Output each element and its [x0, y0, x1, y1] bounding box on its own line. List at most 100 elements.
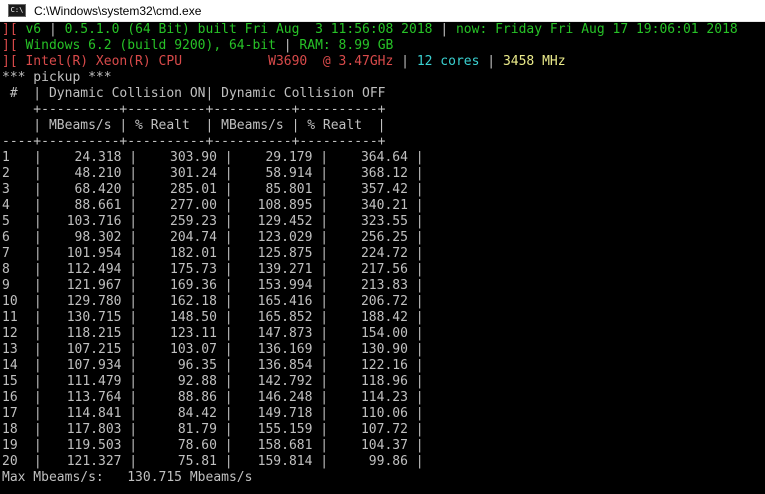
- off-realtime: 217.56: [360, 262, 408, 277]
- off-mbeams: 125.875: [257, 246, 313, 261]
- cell-separator: |: [26, 278, 50, 293]
- on-mbeams: 113.764: [66, 390, 122, 405]
- now-timestamp: now: Friday Fri Aug 17 19:06:01 2018: [455, 22, 738, 37]
- cell-separator: |: [312, 342, 336, 357]
- bracket: ][: [2, 22, 18, 37]
- on-realtime: 182.01: [170, 246, 217, 261]
- table-row: 4 | 88.661 | 277.00 | 108.895 | 340.21 |: [2, 198, 765, 214]
- cell-separator: |: [26, 214, 50, 229]
- on-mbeams: 107.934: [66, 358, 122, 373]
- cell-separator: |: [407, 358, 424, 373]
- cell-separator: |: [407, 150, 424, 165]
- row-index: 3: [2, 182, 10, 197]
- table-row: 16 | 113.764 | 88.86 | 146.248 | 114.23 …: [2, 390, 765, 406]
- cell-separator: |: [312, 214, 336, 229]
- cell-separator: |: [121, 166, 145, 181]
- table-row: 3 | 68.420 | 285.01 | 85.801 | 357.42 |: [2, 182, 765, 198]
- cell-separator: |: [26, 326, 50, 341]
- off-mbeams: 29.179: [265, 150, 313, 165]
- cell-separator: |: [121, 374, 145, 389]
- cell-separator: |: [26, 182, 50, 197]
- console-output[interactable]: ][ v6 | 0.5.1.0 (64 Bit) built Fri Aug 3…: [2, 22, 765, 494]
- off-realtime: 323.55: [360, 214, 408, 229]
- row-index: 18: [2, 422, 18, 437]
- off-mbeams: 58.914: [265, 166, 313, 181]
- cell-separator: |: [407, 310, 424, 325]
- table-row: 2 | 48.210 | 301.24 | 58.914 | 368.12 |: [2, 166, 765, 182]
- cell-separator: |: [407, 374, 424, 389]
- cell-separator: |: [216, 278, 241, 293]
- cell-separator: |: [312, 390, 336, 405]
- row-index: 11: [2, 310, 18, 325]
- table-row: 9 | 121.967 | 169.36 | 153.994 | 213.83 …: [2, 278, 765, 294]
- table-row: 12 | 118.215 | 123.11 | 147.873 | 154.00…: [2, 326, 765, 342]
- table-separator: +----------+----------+----------+------…: [2, 102, 386, 117]
- title-bar[interactable]: C:\ C:\Windows\system32\cmd.exe: [0, 0, 765, 22]
- cell-separator: |: [407, 278, 424, 293]
- table-row: 14 | 107.934 | 96.35 | 136.854 | 122.16 …: [2, 358, 765, 374]
- row-index: 17: [2, 406, 18, 421]
- table-row: 11 | 130.715 | 148.50 | 165.852 | 188.42…: [2, 310, 765, 326]
- cell-separator: |: [216, 166, 241, 181]
- on-mbeams: 119.503: [66, 438, 122, 453]
- off-realtime: 256.25: [360, 230, 408, 245]
- cell-separator: |: [312, 326, 336, 341]
- version-label: v6: [25, 22, 42, 37]
- cell-separator: |: [26, 262, 50, 277]
- on-realtime: 169.36: [170, 278, 217, 293]
- cell-separator: |: [216, 230, 241, 245]
- on-realtime: 204.74: [170, 230, 217, 245]
- on-realtime: 259.23: [170, 214, 217, 229]
- off-realtime: 118.96: [360, 374, 408, 389]
- on-realtime: 175.73: [170, 262, 217, 277]
- cell-separator: |: [216, 342, 241, 357]
- off-mbeams: 165.416: [257, 294, 313, 309]
- cell-separator: |: [216, 326, 241, 341]
- cell-separator: |: [216, 150, 241, 165]
- cell-separator: |: [216, 454, 241, 469]
- table-row: 17 | 114.841 | 84.42 | 149.718 | 110.06 …: [2, 406, 765, 422]
- cell-separator: |: [312, 454, 336, 469]
- off-mbeams: 149.718: [257, 406, 313, 421]
- row-index: 15: [2, 374, 18, 389]
- off-mbeams: 136.854: [257, 358, 313, 373]
- cell-separator: |: [121, 438, 145, 453]
- row-index: 2: [2, 166, 10, 181]
- off-realtime: 122.16: [360, 358, 408, 373]
- cell-separator: |: [121, 422, 145, 437]
- off-realtime: 368.12: [360, 166, 408, 181]
- header-line-2: ][ Windows 6.2 (build 9200), 64-bit | RA…: [2, 38, 765, 54]
- off-mbeams: 153.994: [257, 278, 313, 293]
- on-realtime: 123.11: [170, 326, 217, 341]
- cell-separator: |: [121, 262, 145, 277]
- divider: |: [487, 54, 496, 69]
- cell-separator: |: [26, 358, 50, 373]
- off-realtime: 357.42: [360, 182, 408, 197]
- cell-separator: |: [216, 358, 241, 373]
- off-mbeams: 139.271: [257, 262, 313, 277]
- off-mbeams: 142.792: [257, 374, 313, 389]
- on-mbeams: 24.318: [74, 150, 122, 165]
- cell-separator: |: [121, 214, 145, 229]
- on-realtime: 148.50: [170, 310, 217, 325]
- on-mbeams: 114.841: [66, 406, 122, 421]
- cell-separator: |: [312, 230, 336, 245]
- cmd-icon: C:\: [8, 4, 26, 17]
- cell-separator: |: [121, 310, 145, 325]
- cell-separator: |: [216, 374, 241, 389]
- cell-separator: |: [407, 438, 424, 453]
- cell-separator: |: [216, 214, 241, 229]
- cell-separator: |: [312, 374, 336, 389]
- table-row: 6 | 98.302 | 204.74 | 123.029 | 256.25 |: [2, 230, 765, 246]
- cell-separator: |: [216, 390, 241, 405]
- off-realtime: 104.37: [360, 438, 408, 453]
- row-index: 5: [2, 214, 10, 229]
- on-mbeams: 98.302: [74, 230, 122, 245]
- cell-separator: |: [216, 246, 241, 261]
- cell-separator: |: [216, 182, 241, 197]
- table-row: 10 | 129.780 | 162.18 | 165.416 | 206.72…: [2, 294, 765, 310]
- on-mbeams: 111.479: [66, 374, 122, 389]
- cell-separator: |: [312, 358, 336, 373]
- cell-separator: |: [407, 230, 424, 245]
- on-mbeams: 68.420: [74, 182, 122, 197]
